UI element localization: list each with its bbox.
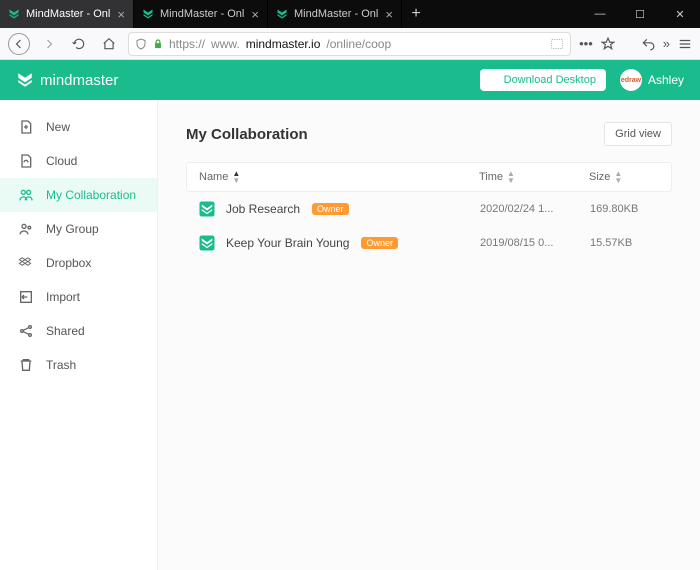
- sidebar-item-label: Import: [46, 290, 80, 304]
- grid-view-button[interactable]: Grid view: [604, 122, 672, 146]
- owner-badge: Owner: [361, 237, 398, 249]
- new-icon: [18, 119, 34, 135]
- brand-icon: [16, 71, 34, 89]
- tab-title: MindMaster - Online Mind M: [160, 8, 245, 20]
- browser-tab-0[interactable]: MindMaster - Online Mind M ×: [0, 0, 134, 28]
- file-size: 169.80KB: [590, 203, 660, 215]
- sidebar-item-label: Shared: [46, 324, 85, 338]
- brand-text: mindmaster: [40, 72, 118, 89]
- back-button[interactable]: [8, 33, 30, 55]
- dropbox-icon: [18, 255, 34, 271]
- table-row[interactable]: Job Research Owner 2020/02/24 1... 169.8…: [186, 192, 672, 226]
- file-name: Job Research: [226, 202, 300, 216]
- maximize-icon[interactable]: ☐: [620, 0, 660, 28]
- file-time: 2020/02/24 1...: [480, 203, 590, 215]
- tab-title: MindMaster - Online Mind M: [26, 8, 111, 20]
- tab-title: MindMaster - Online Mind M: [294, 8, 379, 20]
- url-path: /online/coop: [326, 37, 391, 51]
- close-icon[interactable]: ×: [117, 7, 125, 22]
- close-icon[interactable]: ×: [385, 7, 393, 22]
- browser-titlebar: MindMaster - Online Mind M × MindMaster …: [0, 0, 700, 28]
- history-back-icon[interactable]: [641, 37, 655, 51]
- tab-favicon: [8, 8, 20, 20]
- sidebar-item-label: Trash: [46, 358, 76, 372]
- sidebar-item-label: New: [46, 120, 70, 134]
- sidebar-item-new[interactable]: New: [0, 110, 157, 144]
- page-title: My Collaboration: [186, 126, 308, 143]
- url-input[interactable]: https:// www. mindmaster.io/online/coop: [128, 32, 571, 56]
- column-header-name[interactable]: Name ▲▼: [199, 170, 479, 184]
- file-size: 15.57KB: [590, 237, 660, 249]
- file-icon: [198, 234, 216, 252]
- sidebar-item-label: My Group: [46, 222, 99, 236]
- file-name: Keep Your Brain Young: [226, 236, 349, 250]
- minimize-icon[interactable]: —: [580, 0, 620, 28]
- sidebar-item-label: My Collaboration: [46, 188, 136, 202]
- reader-mode-icon[interactable]: [550, 37, 564, 51]
- sidebar-item-trash[interactable]: Trash: [0, 348, 157, 382]
- menu-icon[interactable]: [678, 37, 692, 51]
- column-header-time[interactable]: Time ▲▼: [479, 170, 589, 184]
- reload-button[interactable]: [68, 33, 90, 55]
- sidebar-item-label: Cloud: [46, 154, 77, 168]
- more-icon[interactable]: •••: [579, 36, 593, 51]
- download-desktop-button[interactable]: Download Desktop: [480, 69, 606, 91]
- cloud-icon: [18, 153, 34, 169]
- brand[interactable]: mindmaster: [16, 71, 118, 89]
- import-icon: [18, 289, 34, 305]
- tab-favicon: [276, 8, 288, 20]
- owner-badge: Owner: [312, 203, 349, 215]
- close-icon[interactable]: ×: [251, 7, 259, 22]
- sort-icon: ▲▼: [232, 170, 240, 184]
- overflow-icon[interactable]: »: [663, 36, 670, 51]
- home-button[interactable]: [98, 33, 120, 55]
- table-row[interactable]: Keep Your Brain Young Owner 2019/08/15 0…: [186, 226, 672, 260]
- lock-icon: [153, 39, 163, 49]
- share-icon: [18, 323, 34, 339]
- sidebar-item-my-group[interactable]: My Group: [0, 212, 157, 246]
- new-tab-button[interactable]: +: [402, 0, 430, 28]
- bookmark-icon[interactable]: [601, 37, 615, 51]
- url-prefix: www.: [211, 37, 240, 51]
- table-header: Name ▲▼ Time ▲▼ Size ▲▼: [186, 162, 672, 192]
- url-protocol: https://: [169, 37, 205, 51]
- forward-button[interactable]: [38, 33, 60, 55]
- sidebar-item-label: Dropbox: [46, 256, 91, 270]
- window-controls: — ☐ ✕: [580, 0, 700, 28]
- sort-icon: ▲▼: [507, 170, 515, 184]
- sidebar-item-import[interactable]: Import: [0, 280, 157, 314]
- sidebar-item-cloud[interactable]: Cloud: [0, 144, 157, 178]
- column-header-size[interactable]: Size ▲▼: [589, 170, 659, 184]
- tab-favicon: [142, 8, 154, 20]
- sidebar: New Cloud My Collaboration My Group Drop…: [0, 100, 158, 570]
- close-window-icon[interactable]: ✕: [660, 0, 700, 28]
- browser-address-bar: https:// www. mindmaster.io/online/coop ••…: [0, 28, 700, 60]
- sidebar-item-my-collaboration[interactable]: My Collaboration: [0, 178, 157, 212]
- file-time: 2019/08/15 0...: [480, 237, 590, 249]
- browser-tab-1[interactable]: MindMaster - Online Mind M ×: [134, 0, 268, 28]
- sidebar-item-shared[interactable]: Shared: [0, 314, 157, 348]
- main-content: My Collaboration Grid view Name ▲▼ Time …: [158, 100, 700, 570]
- browser-tab-2[interactable]: MindMaster - Online Mind M ×: [268, 0, 402, 28]
- url-domain: mindmaster.io: [246, 37, 321, 51]
- avatar[interactable]: edraw: [620, 69, 642, 91]
- group-icon: [18, 221, 34, 237]
- collaboration-icon: [18, 187, 34, 203]
- shield-icon: [135, 38, 147, 50]
- sidebar-item-dropbox[interactable]: Dropbox: [0, 246, 157, 280]
- trash-icon: [18, 357, 34, 373]
- download-icon: [490, 75, 500, 85]
- username[interactable]: Ashley: [648, 73, 684, 87]
- sort-icon: ▲▼: [614, 170, 622, 184]
- app-header: mindmaster Download Desktop edraw Ashley: [0, 60, 700, 100]
- file-icon: [198, 200, 216, 218]
